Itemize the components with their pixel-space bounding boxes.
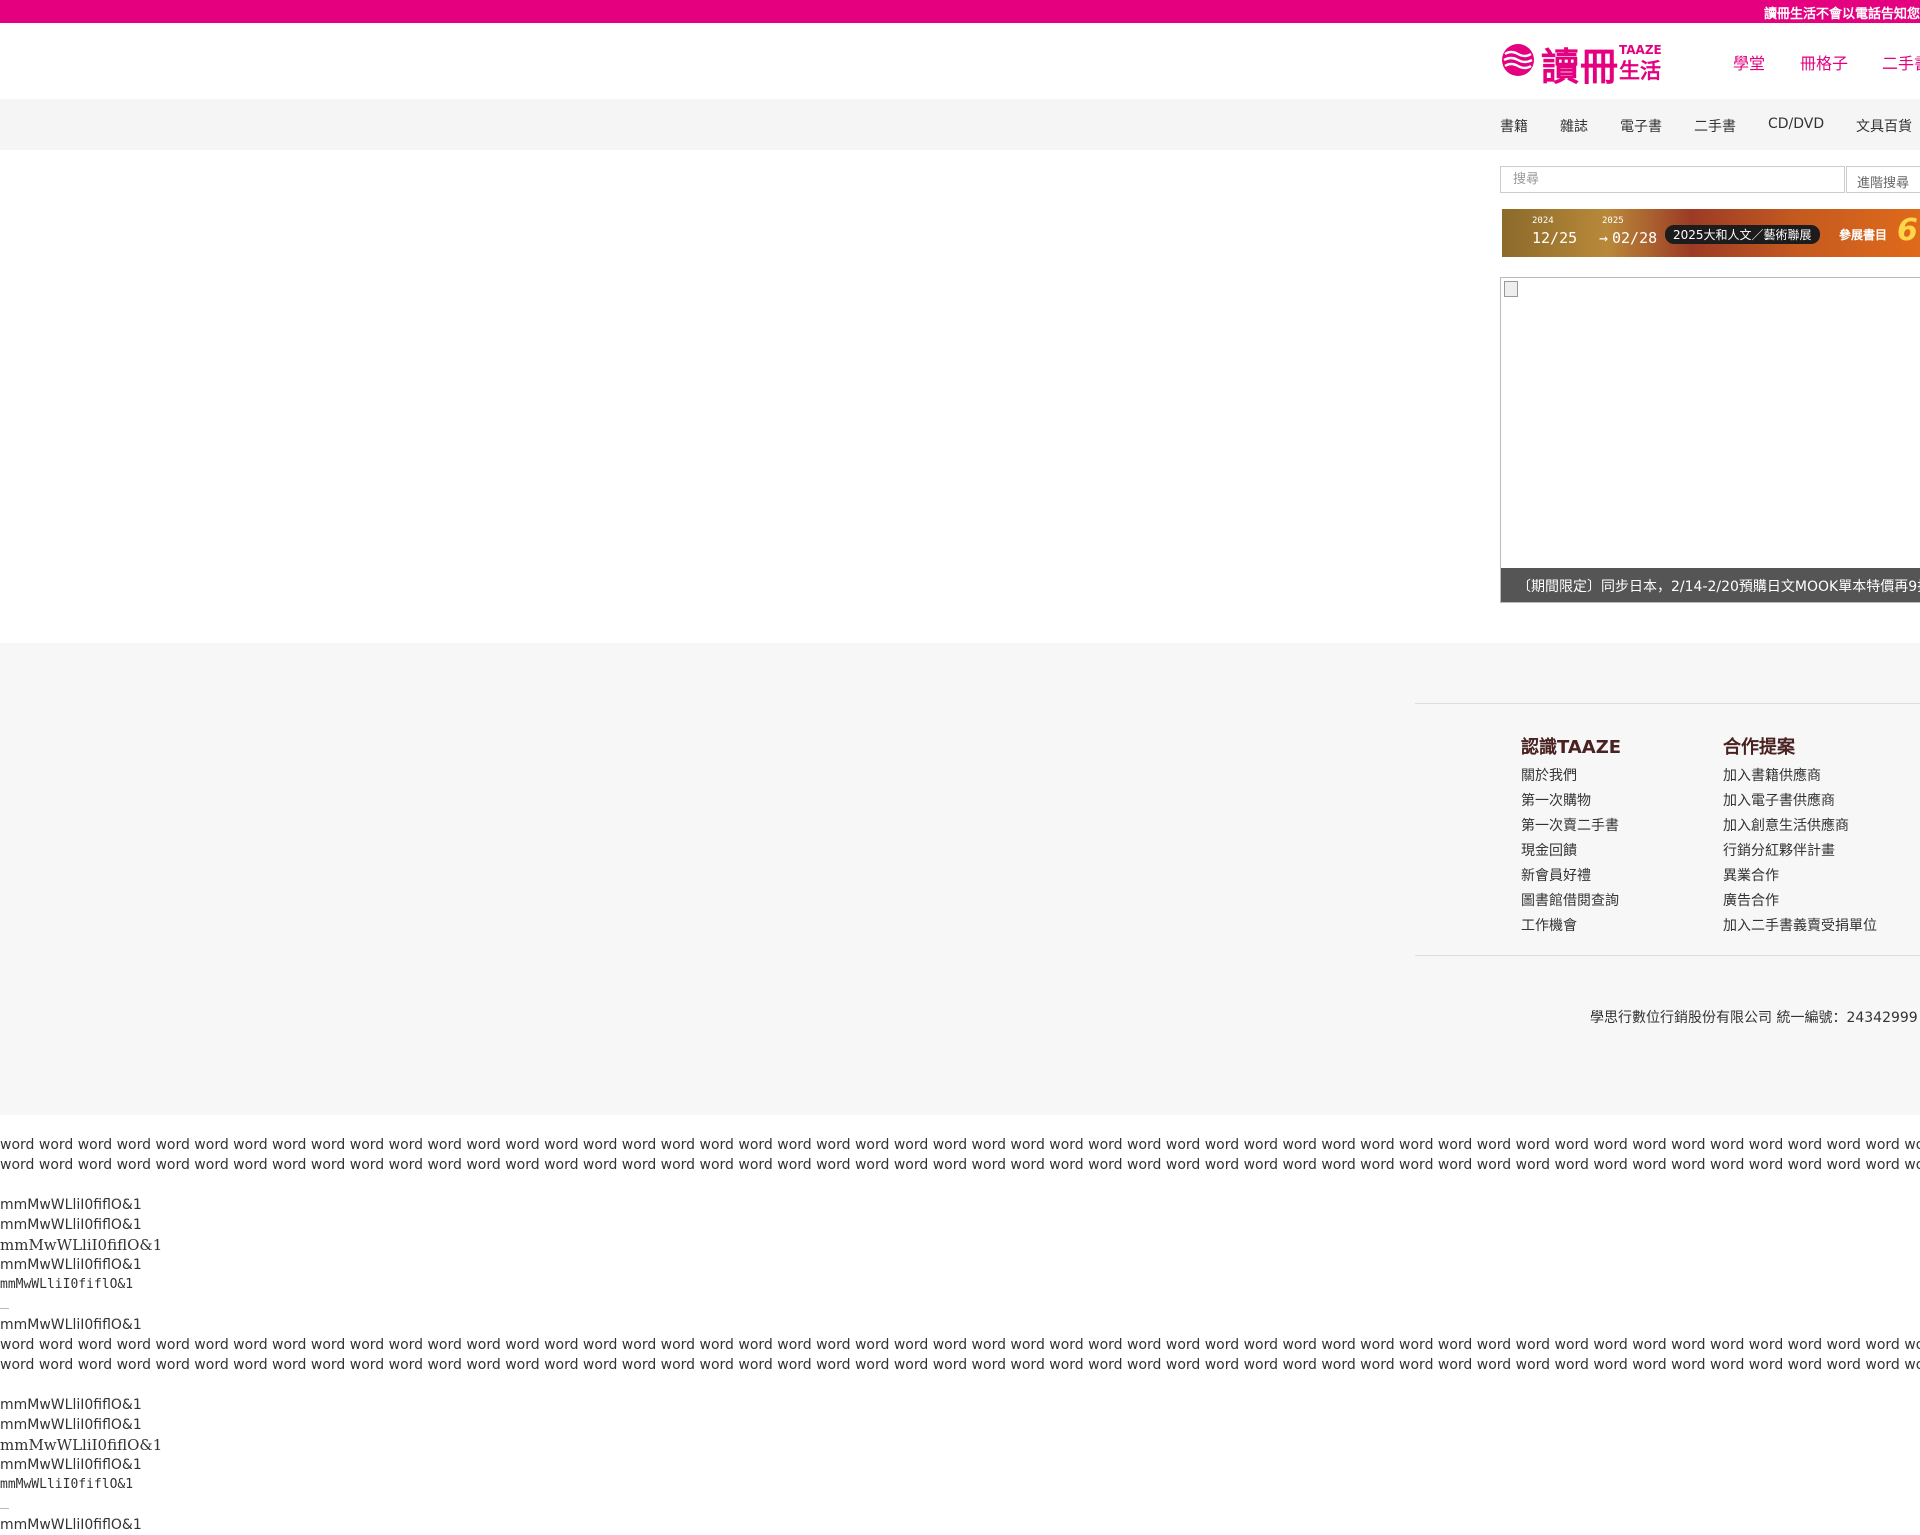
category-used-books[interactable]: 二手書 [1694, 116, 1736, 136]
footer-link[interactable]: 第一次賣二手書 [1521, 815, 1619, 835]
logo-sub: 生活 [1619, 59, 1661, 83]
logo[interactable]: 讀冊 TAAZE 生活 [1501, 40, 1662, 89]
footer-divider-top [1415, 703, 1920, 704]
font-test-sans: mmMwWLliI0fiflO&1 [0, 1217, 142, 1233]
footer-link[interactable]: 新會員好禮 [1521, 865, 1591, 885]
category-books[interactable]: 書籍 [1500, 116, 1528, 136]
font-test-serif: mmMwWLliI0fiflO&1 [0, 1236, 163, 1254]
nav-used-books[interactable]: 二手書 [1882, 50, 1920, 74]
font-test-mono: mmMwWLliI0fiflO&1 [0, 1477, 134, 1492]
logo-waves-icon [1502, 44, 1534, 76]
promo-caption[interactable]: 〔期間限定〕同步日本，2/14-2/20預購日文MOOK單本特價再9折 [1501, 568, 1920, 602]
font-test-sans: mmMwWLliI0fiflO&1 [0, 1517, 142, 1533]
logo-chinese: 讀冊 [1541, 45, 1620, 89]
nav-academy[interactable]: 學堂 [1733, 50, 1765, 74]
footer-link[interactable]: 廣告合作 [1723, 890, 1779, 910]
font-test-sans: mmMwWLliI0fiflO&1 [0, 1317, 142, 1333]
font-test-words: word word word word word word word word … [0, 1337, 1920, 1353]
font-test-sans: mmMwWLliI0fiflO&1 [0, 1197, 142, 1213]
nav-booth[interactable]: 冊格子 [1800, 50, 1848, 74]
category-magazines[interactable]: 雜誌 [1560, 116, 1588, 136]
font-test-serif: mmMwWLliI0fiflO&1 [0, 1436, 163, 1454]
footer-link[interactable]: 加入書籍供應商 [1723, 765, 1821, 785]
footer-link[interactable]: 現金回饋 [1521, 840, 1577, 860]
footer-link[interactable]: 行銷分紅夥伴計畫 [1723, 840, 1835, 860]
footer-about-title: 認識TAAZE [1521, 737, 1622, 758]
divider [0, 1308, 9, 1309]
banner-arrow: → [1599, 229, 1609, 247]
banner-title: 2025大和人文／藝術聯展 [1665, 225, 1820, 244]
font-test-sans: mmMwWLliI0fiflO&1 [0, 1257, 142, 1273]
broken-image-icon [1504, 281, 1518, 297]
font-test-words: word word word word word word word word … [0, 1137, 1920, 1153]
banner-year-end: 2025 [1602, 216, 1624, 226]
font-test-sans: mmMwWLliI0fiflO&1 [0, 1397, 142, 1413]
banner-date-end: 02/28 [1612, 229, 1658, 247]
footer-link[interactable]: 第一次購物 [1521, 790, 1591, 810]
advanced-search-button[interactable]: 進階搜尋 [1846, 166, 1920, 193]
font-test-sans: mmMwWLliI0fiflO&1 [0, 1417, 142, 1433]
banner-exhibit: 參展書目 [1839, 228, 1888, 242]
footer-link[interactable]: 加入創意生活供應商 [1723, 815, 1849, 835]
promo-slide[interactable]: 〔期間限定〕同步日本，2/14-2/20預購日文MOOK單本特價再9折 [1500, 277, 1920, 603]
category-bar: 書籍 雜誌 電子書 二手書 CD/DVD 文具百貨 [0, 99, 1920, 150]
footer-partnership-title: 合作提案 [1723, 737, 1795, 758]
search-input[interactable] [1500, 166, 1845, 193]
footer-link[interactable]: 關於我們 [1521, 765, 1577, 785]
company-info: 學思行數位行銷股份有限公司 統一編號：24342999 [1590, 1010, 1918, 1026]
category-cd-dvd[interactable]: CD/DVD [1768, 116, 1824, 132]
banner-big-number: 6 [1897, 213, 1918, 248]
footer [0, 643, 1920, 1115]
footer-link[interactable]: 異業合作 [1723, 865, 1779, 885]
footer-link[interactable]: 加入電子書供應商 [1723, 790, 1835, 810]
category-ebooks[interactable]: 電子書 [1620, 116, 1662, 136]
notice-bar: 讀冊生活不會以電話告知您解 [0, 0, 1920, 23]
font-test-sans: mmMwWLliI0fiflO&1 [0, 1457, 142, 1473]
notice-text: 讀冊生活不會以電話告知您解 [1764, 7, 1920, 22]
exhibition-banner[interactable]: 2024 12/25 → 2025 02/28 2025大和人文／藝術聯展 參展… [1502, 209, 1920, 257]
footer-divider-bottom [1415, 955, 1920, 956]
footer-link[interactable]: 加入二手書義賣受捐單位 [1723, 915, 1877, 935]
banner-year-start: 2024 [1532, 216, 1554, 226]
font-test-words: word word word word word word word word … [0, 1157, 1920, 1173]
font-test-mono: mmMwWLliI0fiflO&1 [0, 1277, 134, 1292]
footer-link[interactable]: 工作機會 [1521, 915, 1577, 935]
divider [0, 1508, 9, 1509]
category-stationery[interactable]: 文具百貨 [1856, 116, 1912, 136]
font-test-words: word word word word word word word word … [0, 1357, 1920, 1373]
footer-link[interactable]: 圖書館借閱查詢 [1521, 890, 1619, 910]
banner-date-start: 12/25 [1532, 229, 1578, 247]
